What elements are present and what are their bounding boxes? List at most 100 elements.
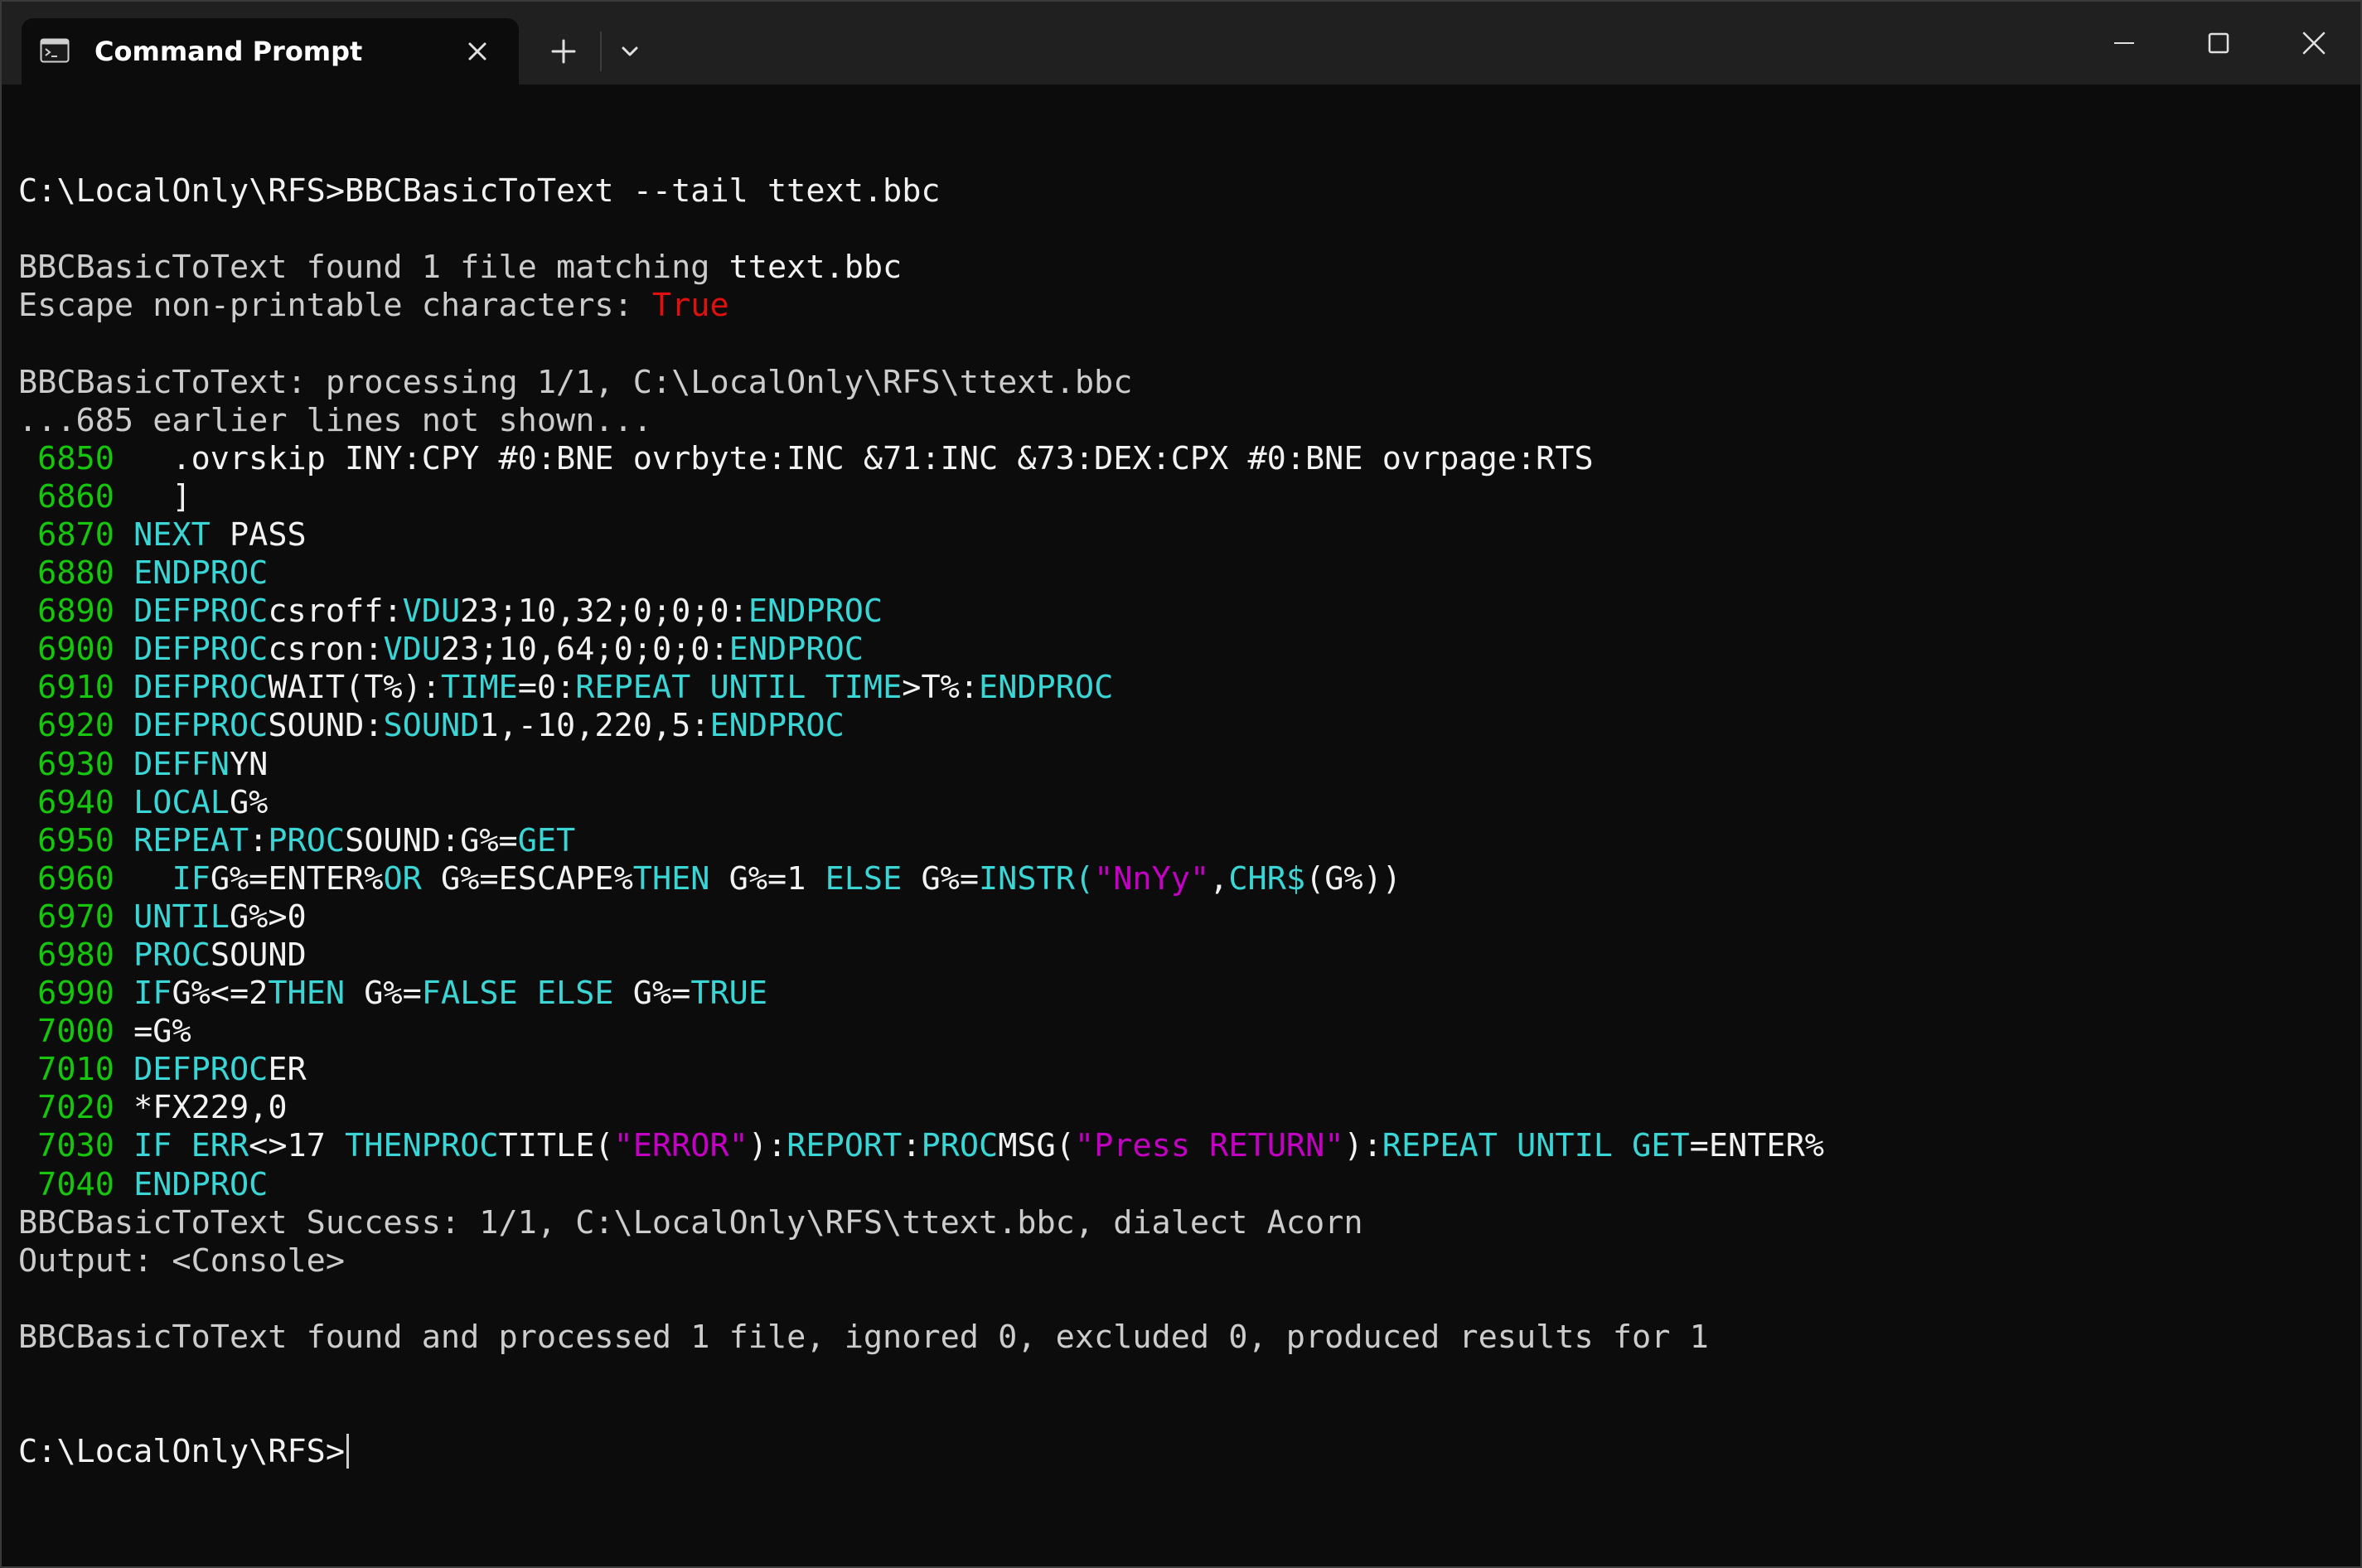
terminal-text: THEN xyxy=(632,859,710,898)
terminal-text: G%=ESCAPE% xyxy=(421,859,633,898)
title-bar: Command Prompt xyxy=(2,2,2360,85)
line-number: 6960 xyxy=(18,859,114,898)
terminal-text: SOUND xyxy=(383,707,480,745)
terminal-text: G%=ENTER% xyxy=(210,859,384,898)
line-number: 6860 xyxy=(18,477,114,515)
chevron-down-icon[interactable] xyxy=(610,31,650,71)
line-number: 6850 xyxy=(18,439,114,477)
line-number: 6880 xyxy=(18,554,114,593)
terminal-text: CHR$ xyxy=(1228,859,1306,898)
plus-icon[interactable] xyxy=(540,28,587,75)
terminal-window: Command Prompt C:\LocalOnly\RFS>BBCBasic… xyxy=(0,0,2362,1568)
terminal-text: UNTIL xyxy=(133,898,230,936)
terminal-text: ttext.bbc xyxy=(728,249,903,287)
terminal-text: SOUND: xyxy=(268,707,384,745)
terminal-line: C:\LocalOnly\RFS> xyxy=(18,1433,2339,1471)
line-number: 6920 xyxy=(18,707,114,745)
terminal-text: REPEAT UNTIL TIME xyxy=(575,669,903,707)
terminal-line: 6960 IFG%=ENTER%OR G%=ESCAPE%THEN G%=1 E… xyxy=(18,860,2339,898)
terminal-text: G%= xyxy=(613,975,691,1013)
terminal-text: 23;10,32;0;0;0: xyxy=(460,593,748,631)
terminal-line: BBCBasicToText found and processed 1 fil… xyxy=(18,1319,2339,1357)
terminal-line: 6880 ENDPROC xyxy=(18,554,2339,593)
terminal-text: G% xyxy=(230,783,269,821)
terminal-text: G%= xyxy=(902,859,979,898)
terminal-text: NEXT xyxy=(133,515,211,554)
tab-command-prompt[interactable]: Command Prompt xyxy=(22,18,519,85)
close-icon[interactable] xyxy=(2289,20,2339,66)
terminal-text: MSG( xyxy=(998,1127,1075,1165)
terminal-text: , xyxy=(1209,859,1229,898)
close-icon[interactable] xyxy=(461,35,494,68)
terminal-text: DEFFN xyxy=(133,745,230,783)
terminal-text: ENDPROC xyxy=(979,669,1114,707)
terminal-output[interactable]: C:\LocalOnly\RFS>BBCBasicToText --tail t… xyxy=(18,134,2339,1471)
maximize-icon[interactable] xyxy=(2194,20,2243,66)
terminal-text: REPEAT xyxy=(133,821,249,859)
terminal-line: C:\LocalOnly\RFS>BBCBasicToText --tail t… xyxy=(18,172,2339,211)
terminal-text: YN xyxy=(230,745,269,783)
terminal-text: ENDPROC xyxy=(728,631,864,669)
minimize-icon[interactable] xyxy=(2099,20,2149,66)
terminal-text: GET xyxy=(517,821,576,859)
terminal-text: OR xyxy=(383,859,422,898)
tab-divider xyxy=(600,31,602,71)
tab-title: Command Prompt xyxy=(94,36,363,67)
terminal-text: WAIT(T%): xyxy=(268,669,441,707)
terminal-text: csroff: xyxy=(268,593,403,631)
line-number: 6980 xyxy=(18,936,114,974)
terminal-line: Escape non-printable characters: True xyxy=(18,287,2339,325)
terminal-text: DEFPROC xyxy=(133,707,269,745)
line-number: 7000 xyxy=(18,1013,114,1051)
terminal-text: REPORT xyxy=(787,1127,903,1165)
terminal-text: (G%)) xyxy=(1305,859,1401,898)
terminal-line: 7030 IF ERR<>17 THENPROCTITLE("ERROR"):R… xyxy=(18,1127,2339,1165)
terminal-text: VDU xyxy=(383,631,441,669)
line-number: 6930 xyxy=(18,745,114,783)
terminal-line: 6950 REPEAT:PROCSOUND:G%=GET xyxy=(18,822,2339,860)
terminal-text: ] xyxy=(114,477,191,515)
terminal-icon xyxy=(40,38,70,63)
terminal-text: ENDPROC xyxy=(133,1165,269,1203)
terminal-line: 6990 IFG%<=2THEN G%=FALSE ELSE G%=TRUE xyxy=(18,975,2339,1013)
terminal-text: ...685 earlier lines not shown... xyxy=(18,401,652,439)
terminal-text: =0: xyxy=(517,669,576,707)
line-number: 6970 xyxy=(18,898,114,936)
terminal-line: 6970 UNTILG%>0 xyxy=(18,898,2339,936)
terminal-text: Output: <Console> xyxy=(18,1241,346,1280)
terminal-text: C:\LocalOnly\RFS>BBCBasicToText --tail t… xyxy=(18,172,941,211)
terminal-line: 6940 LOCALG% xyxy=(18,784,2339,822)
terminal-text: *FX229,0 xyxy=(114,1089,288,1127)
terminal-text: PROC xyxy=(268,821,346,859)
terminal-text: ENDPROC xyxy=(133,554,269,593)
terminal-text: SOUND:G%= xyxy=(345,821,518,859)
terminal-line: 7020 *FX229,0 xyxy=(18,1089,2339,1127)
terminal-text: ): xyxy=(748,1127,787,1165)
terminal-text: REPEAT UNTIL GET xyxy=(1382,1127,1690,1165)
terminal-text: PROC xyxy=(921,1127,999,1165)
terminal-text: csron: xyxy=(268,631,384,669)
terminal-line: BBCBasicToText Success: 1/1, C:\LocalOnl… xyxy=(18,1204,2339,1242)
terminal-text: 1,-10,220,5: xyxy=(479,707,710,745)
terminal-line: BBCBasicToText found 1 file matching tte… xyxy=(18,249,2339,287)
terminal-text: PROC xyxy=(133,936,211,974)
terminal-text: VDU xyxy=(402,593,461,631)
terminal-text: "Press RETURN" xyxy=(1074,1127,1344,1165)
terminal-text: ENDPROC xyxy=(748,593,883,631)
terminal-text: DEFPROC xyxy=(133,669,269,707)
text-cursor xyxy=(346,1434,350,1469)
line-number: 6900 xyxy=(18,631,114,669)
terminal-line: 7000 =G% xyxy=(18,1013,2339,1051)
terminal-text: DEFPROC xyxy=(133,1051,269,1089)
